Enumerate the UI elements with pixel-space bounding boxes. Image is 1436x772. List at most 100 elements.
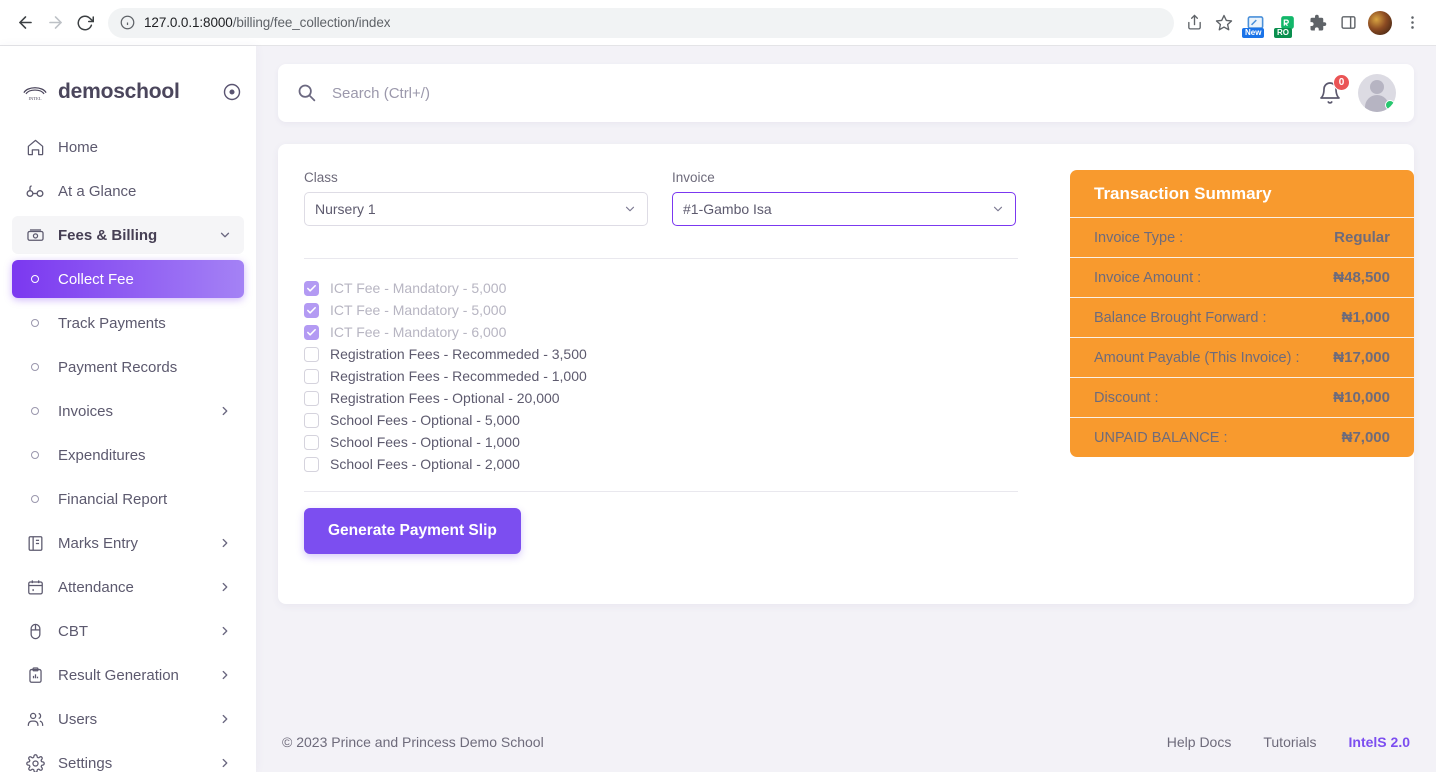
browser-profile-avatar[interactable]	[1368, 11, 1392, 35]
extensions-puzzle-icon[interactable]	[1304, 9, 1332, 37]
chevron-right-icon[interactable]	[218, 536, 232, 550]
book-icon	[24, 532, 46, 554]
fee-checkbox[interactable]	[304, 413, 319, 428]
share-icon[interactable]	[1180, 9, 1208, 37]
chevron-right-icon[interactable]	[218, 580, 232, 594]
sidebar-item-label: Settings	[58, 755, 218, 772]
fee-item[interactable]: Registration Fees - Recommeded - 3,500	[304, 343, 1044, 365]
sidebar-item-payment-records[interactable]: Payment Records	[12, 348, 244, 386]
chevron-down-icon[interactable]	[218, 228, 232, 242]
fee-checkbox[interactable]	[304, 391, 319, 406]
browser-actions: New RO	[1180, 9, 1426, 37]
fee-label: Registration Fees - Recommeded - 3,500	[330, 346, 587, 362]
fee-item[interactable]: School Fees - Optional - 1,000	[304, 431, 1044, 453]
sidebar-item-at-a-glance[interactable]: At a Glance	[12, 172, 244, 210]
sidebar-item-expenditures[interactable]: Expenditures	[12, 436, 244, 474]
sidebar-item-marks-entry[interactable]: Marks Entry	[12, 524, 244, 562]
fee-form: Class Nursery 1 Invoice #1-Gambo Isa	[304, 170, 1044, 604]
class-select[interactable]: Nursery 1	[304, 192, 648, 226]
sidebar-item-financial-report[interactable]: Financial Report	[12, 480, 244, 518]
address-bar[interactable]: 127.0.0.1:8000/billing/fee_collection/in…	[108, 8, 1174, 38]
side-panel-icon[interactable]	[1334, 9, 1362, 37]
kebab-menu-icon[interactable]	[1398, 9, 1426, 37]
fee-item[interactable]: ICT Fee - Mandatory - 6,000	[304, 321, 1044, 343]
transaction-summary-panel: Transaction Summary Invoice Type : Regul…	[1070, 170, 1414, 457]
fee-item[interactable]: ICT Fee - Mandatory - 5,000	[304, 299, 1044, 321]
star-icon[interactable]	[1210, 9, 1238, 37]
sidebar-item-users[interactable]: Users	[12, 700, 244, 738]
invoice-select[interactable]: #1-Gambo Isa	[672, 192, 1016, 226]
sidebar-item-home[interactable]: Home	[12, 128, 244, 166]
fee-checkbox[interactable]	[304, 457, 319, 472]
bullet-icon	[24, 495, 46, 503]
fee-checkbox[interactable]	[304, 435, 319, 450]
fee-label: School Fees - Optional - 1,000	[330, 434, 520, 450]
footer-link-help-docs[interactable]: Help Docs	[1167, 734, 1232, 750]
back-arrow-icon[interactable]	[10, 8, 40, 38]
sidebar-brand[interactable]: INTEL demoschool	[0, 62, 256, 122]
fee-label: ICT Fee - Mandatory - 5,000	[330, 280, 506, 296]
sidebar-item-collect-fee[interactable]: Collect Fee	[12, 260, 244, 298]
fee-item[interactable]: Registration Fees - Optional - 20,000	[304, 387, 1044, 409]
site-info-icon[interactable]	[118, 14, 136, 32]
sidebar-item-label: Collect Fee	[58, 271, 232, 288]
sidebar-item-invoices[interactable]: Invoices	[12, 392, 244, 430]
search-icon	[296, 82, 318, 104]
summary-value: ₦1,000	[1342, 309, 1390, 326]
footer-link-tutorials[interactable]: Tutorials	[1263, 734, 1316, 750]
sidebar-item-attendance[interactable]: Attendance	[12, 568, 244, 606]
fee-item[interactable]: School Fees - Optional - 2,000	[304, 453, 1044, 475]
chevron-right-icon[interactable]	[218, 756, 232, 770]
sidebar-item-label: Result Generation	[58, 667, 218, 684]
forward-arrow-icon[interactable]	[40, 8, 70, 38]
sidebar-item-fees-and-billing[interactable]: Fees & Billing	[12, 216, 244, 254]
chevron-right-icon[interactable]	[218, 668, 232, 682]
summary-value: ₦10,000	[1333, 389, 1390, 406]
summary-title: Transaction Summary	[1070, 170, 1414, 218]
fee-item[interactable]: School Fees - Optional - 5,000	[304, 409, 1044, 431]
sidebar-item-label: Track Payments	[58, 315, 232, 332]
fee-checkbox[interactable]	[304, 325, 319, 340]
sidebar-item-result-generation[interactable]: Result Generation	[12, 656, 244, 694]
chevron-right-icon[interactable]	[218, 624, 232, 638]
extension-ro-icon[interactable]: RO	[1272, 9, 1302, 37]
footer-link-intels[interactable]: IntelS 2.0	[1349, 734, 1410, 750]
fee-item[interactable]: Registration Fees - Recommeded - 1,000	[304, 365, 1044, 387]
sidebar-item-cbt[interactable]: CBT	[12, 612, 244, 650]
sidebar-item-settings[interactable]: Settings	[12, 744, 244, 772]
sidebar-item-track-payments[interactable]: Track Payments	[12, 304, 244, 342]
reload-icon[interactable]	[70, 8, 100, 38]
fee-collection-card: Class Nursery 1 Invoice #1-Gambo Isa	[278, 144, 1414, 604]
invoice-select-value: #1-Gambo Isa	[683, 201, 991, 217]
search-input[interactable]	[332, 85, 1318, 102]
topbar-actions: 0	[1318, 74, 1396, 112]
summary-label: UNPAID BALANCE :	[1094, 430, 1228, 446]
divider-top	[304, 258, 1018, 259]
glasses-icon	[24, 180, 46, 202]
mouse-icon	[24, 620, 46, 642]
footer: © 2023 Prince and Princess Demo School H…	[278, 712, 1414, 772]
school-logo-icon: INTEL	[22, 81, 48, 103]
notification-bell-button[interactable]: 0	[1318, 81, 1342, 105]
chevron-right-icon[interactable]	[218, 404, 232, 418]
avatar[interactable]	[1358, 74, 1396, 112]
clipboard-chart-icon	[24, 664, 46, 686]
home-icon	[24, 136, 46, 158]
sidebar-item-label: CBT	[58, 623, 218, 640]
circle-dot-collapse-icon[interactable]	[222, 82, 242, 102]
fee-checkbox-list: ICT Fee - Mandatory - 5,000 ICT Fee - Ma…	[304, 277, 1044, 475]
browser-toolbar: 127.0.0.1:8000/billing/fee_collection/in…	[0, 0, 1436, 46]
bullet-icon	[24, 363, 46, 371]
fee-checkbox[interactable]	[304, 281, 319, 296]
chevron-right-icon[interactable]	[218, 712, 232, 726]
fee-checkbox[interactable]	[304, 369, 319, 384]
sidebar-item-label: Marks Entry	[58, 535, 218, 552]
search-container[interactable]	[296, 82, 1318, 104]
users-icon	[24, 708, 46, 730]
fee-item[interactable]: ICT Fee - Mandatory - 5,000	[304, 277, 1044, 299]
generate-payment-slip-button[interactable]: Generate Payment Slip	[304, 508, 521, 554]
svg-text:INTEL: INTEL	[28, 96, 41, 101]
fee-checkbox[interactable]	[304, 347, 319, 362]
extension-capture-icon[interactable]: New	[1240, 9, 1270, 37]
fee-checkbox[interactable]	[304, 303, 319, 318]
